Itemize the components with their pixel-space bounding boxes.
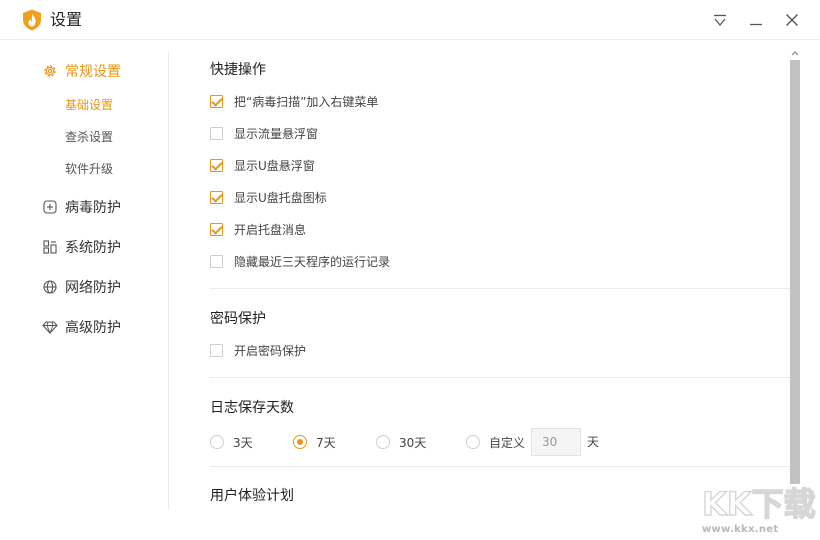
option-traffic-float[interactable]: 显示流量悬浮窗 — [210, 125, 318, 141]
checkbox[interactable] — [210, 126, 223, 140]
option-usb-tray-icon[interactable]: 显示U盘托盘图标 — [210, 189, 327, 205]
close-icon — [786, 14, 798, 26]
section-title-experience: 用户体验计划 — [210, 488, 294, 504]
gear-icon — [44, 65, 56, 77]
sidebar-group-advanced[interactable]: 高级防护 — [42, 315, 121, 339]
checkbox[interactable] — [210, 222, 223, 236]
scroll-up-arrow[interactable] — [789, 48, 801, 58]
radio-button[interactable] — [210, 435, 224, 449]
plus-square-icon — [43, 200, 57, 214]
radio-label: 自定义 — [489, 435, 526, 450]
dropdown-menu-button[interactable] — [710, 10, 730, 30]
sidebar: 常规设置 基础设置 查杀设置 软件升级 病毒防护 系统防护 网络防护 高级防护 — [0, 40, 170, 540]
sidebar-group-network[interactable]: 网络防护 — [42, 275, 121, 299]
log-days-radio-group: 3天 7天 30天 自定义 天 — [210, 428, 630, 456]
radio-3-days[interactable]: 3天 — [210, 434, 253, 450]
option-tray-messages[interactable]: 开启托盘消息 — [210, 221, 306, 237]
sidebar-item-basic[interactable]: 基础设置 — [65, 97, 113, 113]
section-title-password: 密码保护 — [210, 311, 266, 327]
radio-button[interactable] — [293, 435, 307, 449]
option-label: 隐藏最近三天程序的运行记录 — [234, 254, 391, 269]
option-label: 开启密码保护 — [234, 343, 307, 358]
option-label: 显示U盘悬浮窗 — [234, 158, 315, 173]
checkbox[interactable] — [210, 254, 223, 268]
flame-shield-logo — [23, 9, 41, 31]
sidebar-divider — [168, 52, 169, 510]
option-label: 显示流量悬浮窗 — [234, 126, 319, 141]
sidebar-group-virus[interactable]: 病毒防护 — [42, 195, 121, 219]
sidebar-group-system[interactable]: 系统防护 — [42, 235, 121, 259]
option-password-protect[interactable]: 开启密码保护 — [210, 342, 306, 358]
globe-icon — [43, 280, 57, 294]
checkbox[interactable] — [210, 190, 223, 204]
option-context-menu-scan[interactable]: 把“病毒扫描”加入右键菜单 — [210, 93, 378, 109]
section-title-quick: 快捷操作 — [210, 62, 266, 78]
option-hide-recent-records[interactable]: 隐藏最近三天程序的运行记录 — [210, 253, 390, 269]
section-divider — [210, 377, 790, 378]
watermark-logo-text: KK下载 — [702, 485, 816, 522]
custom-days-input[interactable] — [531, 428, 581, 456]
watermark-url: www.kkx.net — [702, 524, 779, 535]
radio-button[interactable] — [466, 435, 480, 449]
system-grid-icon — [43, 240, 57, 254]
sidebar-group-label: 常规设置 — [65, 64, 121, 80]
dropdown-menu-icon — [714, 14, 726, 27]
sidebar-item-upgrade[interactable]: 软件升级 — [65, 161, 113, 177]
window-title: 设置 — [50, 10, 83, 29]
sidebar-group-label: 病毒防护 — [65, 200, 121, 216]
checkbox[interactable] — [210, 94, 223, 108]
radio-custom[interactable]: 自定义 — [466, 434, 525, 450]
settings-content: 快捷操作 把“病毒扫描”加入右键菜单 显示流量悬浮窗 显示U盘悬浮窗 显示U盘托… — [210, 40, 790, 540]
option-usb-float[interactable]: 显示U盘悬浮窗 — [210, 157, 315, 173]
kkx-watermark-logo: KK下载 — [701, 484, 816, 522]
sidebar-item-scan[interactable]: 查杀设置 — [65, 129, 113, 145]
minimize-button[interactable] — [746, 10, 766, 30]
kkx-watermark: KK下载 www.kkx.net — [700, 482, 818, 538]
section-divider — [210, 466, 790, 467]
radio-label: 3天 — [233, 435, 253, 450]
days-unit: 天 — [587, 435, 600, 449]
option-label: 把“病毒扫描”加入右键菜单 — [234, 94, 379, 109]
close-button[interactable] — [782, 10, 802, 30]
chevron-up-icon — [791, 51, 799, 56]
sidebar-group-label: 高级防护 — [65, 320, 121, 336]
radio-button[interactable] — [376, 435, 390, 449]
sidebar-group-general[interactable]: 常规设置 — [42, 59, 121, 83]
sidebar-group-label: 系统防护 — [65, 240, 121, 256]
option-label: 显示U盘托盘图标 — [234, 190, 327, 205]
section-divider — [210, 288, 790, 289]
title-bar: 设置 — [0, 0, 820, 40]
radio-label: 7天 — [316, 435, 336, 450]
minimize-icon — [750, 23, 762, 26]
section-title-log: 日志保存天数 — [210, 400, 294, 416]
scrollbar-thumb[interactable] — [790, 60, 800, 484]
radio-30-days[interactable]: 30天 — [376, 434, 426, 450]
option-label: 开启托盘消息 — [234, 222, 307, 237]
checkbox[interactable] — [210, 343, 223, 357]
radio-label: 30天 — [399, 435, 427, 450]
radio-7-days[interactable]: 7天 — [293, 434, 336, 450]
diamond-icon — [42, 321, 58, 335]
sidebar-group-label: 网络防护 — [65, 280, 121, 296]
checkbox[interactable] — [210, 158, 223, 172]
